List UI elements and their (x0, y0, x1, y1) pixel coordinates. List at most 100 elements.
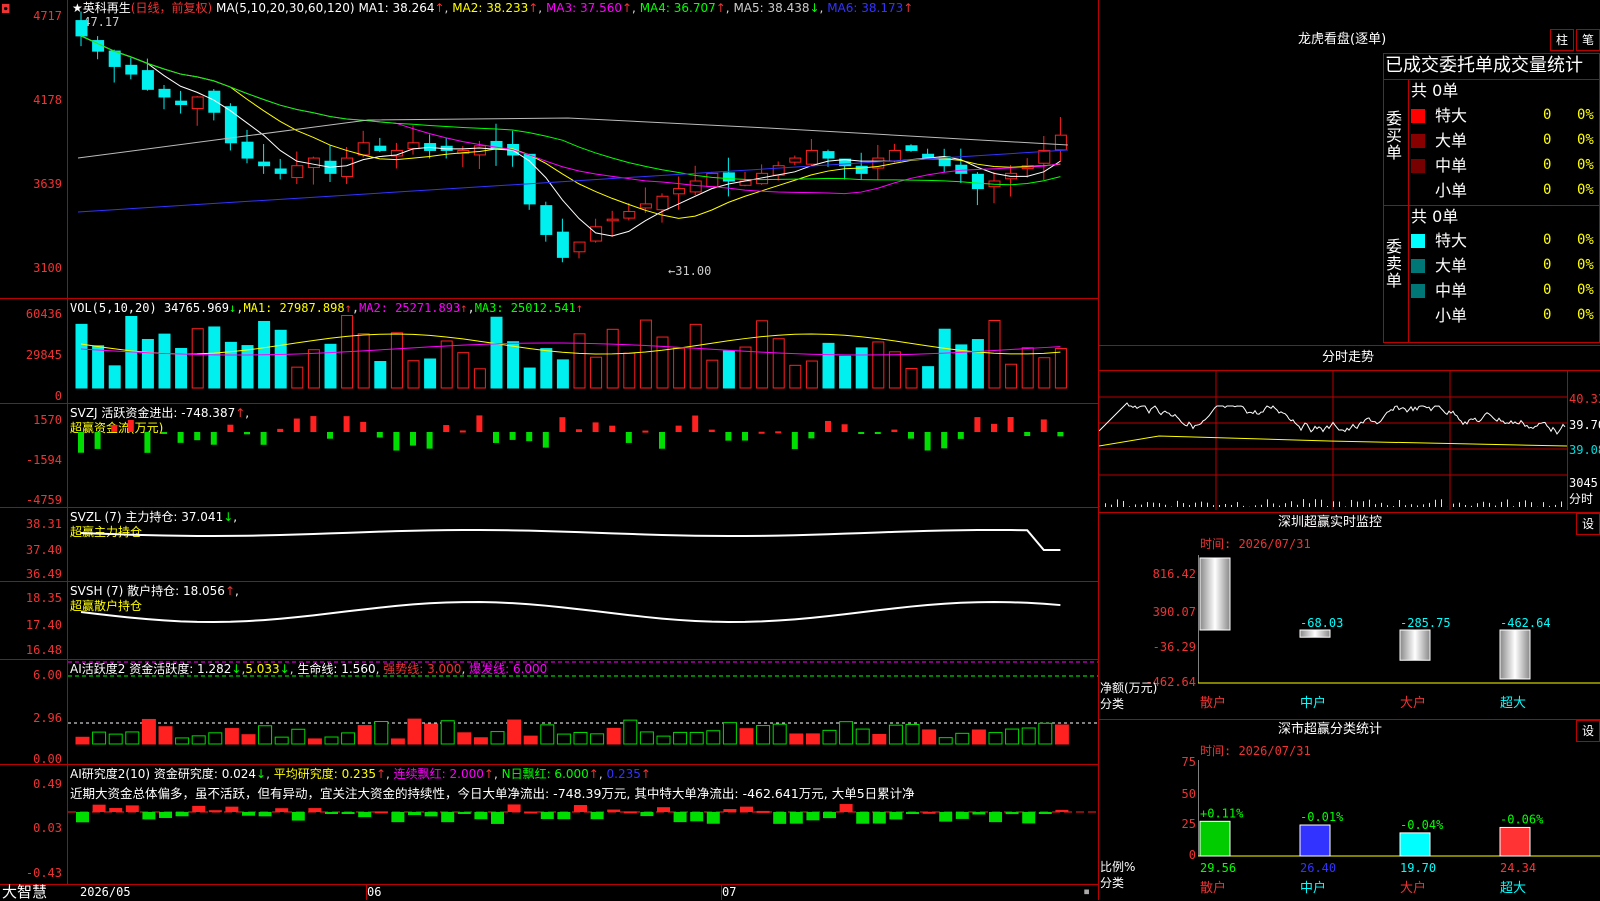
activity-chart[interactable] (68, 660, 1098, 764)
intraday-vol-bar (1201, 502, 1202, 507)
monitor-bar-chart[interactable]: 816.42散户-68.03中户-285.75大户-462.64超大 (1198, 555, 1600, 715)
research-bar (823, 812, 836, 818)
svzj-tick: 1570 (0, 413, 62, 427)
class-bar-chart[interactable]: +0.11%29.56散户-0.01%26.40中户-0.04%19.70大户-… (1198, 760, 1600, 900)
candlestick-chart[interactable] (68, 0, 1098, 298)
activity-bar (1006, 729, 1019, 744)
fundflow-bar (1041, 419, 1047, 432)
lhb-row-name: 特大 (1435, 232, 1467, 250)
activity-bar (425, 724, 438, 744)
fundflow-bar (991, 424, 997, 432)
intraday-vol-bar (1423, 504, 1424, 507)
svzl-tick: 37.40 (0, 543, 62, 557)
intraday-vol-bar (1429, 503, 1430, 507)
activity-bar (823, 730, 836, 744)
candle (640, 204, 651, 208)
lhb-row-name: 小单 (1435, 182, 1467, 200)
lhb-row-name: 大单 (1435, 257, 1467, 275)
candle (674, 189, 685, 194)
monitor-bar (1500, 630, 1530, 679)
intraday-vol-bar (1219, 505, 1220, 507)
svzl-tick: 38.31 (0, 517, 62, 531)
intraday-title: 分时走势 (1322, 351, 1374, 365)
candle (1039, 150, 1050, 163)
volume-bar (690, 324, 701, 388)
intraday-chart[interactable] (1099, 371, 1567, 510)
intraday-vol-bar (1495, 506, 1496, 507)
volume-bar (391, 333, 402, 388)
volume-bar (757, 321, 768, 388)
monitor-xlabel: 分类 (1100, 697, 1124, 711)
volume-bar (956, 345, 967, 388)
fundflow-bar (310, 416, 316, 432)
fundflow-bar (377, 432, 383, 438)
candle (375, 146, 386, 150)
research-bar (923, 812, 936, 814)
fundflow-bar (327, 432, 333, 439)
intraday-vol-bar (1477, 503, 1478, 507)
volume-bar (707, 360, 718, 388)
fundflow-bar (526, 432, 532, 441)
volume-chart[interactable] (68, 299, 1098, 403)
color-swatch-icon (1411, 284, 1425, 298)
fundflow-chart[interactable] (68, 404, 1098, 507)
intraday-unit: 分时 (1569, 492, 1593, 506)
monitor-category: 大户 (1400, 695, 1426, 711)
tick-mode-button[interactable]: 笔 (1576, 29, 1600, 51)
activity-bar (591, 734, 604, 744)
lhb-row-pct: 0% (1577, 133, 1594, 147)
activity-bar (1055, 725, 1068, 744)
volume-bar (591, 357, 602, 388)
intraday-tick: 39.70 (1569, 418, 1600, 432)
lhb-row-name: 大单 (1435, 132, 1467, 150)
candle (192, 97, 203, 109)
retail-holding-line (81, 602, 1060, 622)
research-bar (757, 811, 770, 813)
candle (557, 232, 568, 257)
lhb-tabs[interactable]: 已成交委托单成交量统计 (1385, 55, 1583, 77)
section-line (1098, 719, 1600, 720)
candle (76, 21, 87, 36)
research-bar (674, 812, 687, 822)
volume-bar (209, 327, 220, 388)
retail-holding-chart[interactable] (68, 582, 1098, 659)
intraday-vol-bar (1291, 501, 1292, 507)
lock-icon[interactable]: ▪ (1083, 884, 1090, 898)
research-bar (889, 812, 902, 819)
section-line (1098, 512, 1600, 513)
lhb-row-value: 0 (1543, 183, 1551, 197)
research-bar (1055, 810, 1068, 812)
intraday-vol-bar (1297, 505, 1298, 507)
vol-tick: 29845 (0, 348, 62, 362)
research-bar (142, 812, 155, 819)
monitor-settings-button[interactable]: 设 (1576, 513, 1600, 535)
volume-bar (773, 339, 784, 388)
candle (707, 173, 718, 186)
volume-bar (192, 329, 203, 388)
main-holding-chart[interactable] (68, 508, 1098, 581)
sell-total: 共 0单 (1411, 208, 1458, 226)
monitor-bar-label: -285.75 (1400, 616, 1451, 630)
pane-divider (0, 884, 1098, 885)
brand-logo[interactable]: 大智慧 (2, 884, 47, 900)
ai2-tick: -0.43 (0, 866, 62, 880)
date-tick: 07 (722, 885, 736, 899)
monitor-category: 中户 (1300, 695, 1326, 711)
monitor-ylabel: 净额(万元) (1100, 681, 1157, 695)
research-bar (408, 812, 421, 815)
activity-bar (159, 727, 172, 744)
class-settings-button[interactable]: 设 (1576, 720, 1600, 742)
bar-mode-button[interactable]: 柱 (1550, 29, 1574, 51)
lhb-row-value: 0 (1543, 158, 1551, 172)
research-chart[interactable] (68, 765, 1098, 884)
lhb-row-value: 0 (1543, 258, 1551, 272)
class-value-label: 19.70 (1400, 861, 1436, 875)
fundflow-bar (593, 422, 599, 432)
intraday-vol-bar (1549, 506, 1550, 507)
activity-bar (176, 738, 189, 744)
intraday-vol-bar (1381, 503, 1382, 507)
intraday-vol-bar (1111, 505, 1112, 507)
ai1-tick: 0.00 (0, 752, 62, 766)
intraday-vol-bar (1237, 502, 1238, 507)
activity-bar (225, 729, 238, 744)
